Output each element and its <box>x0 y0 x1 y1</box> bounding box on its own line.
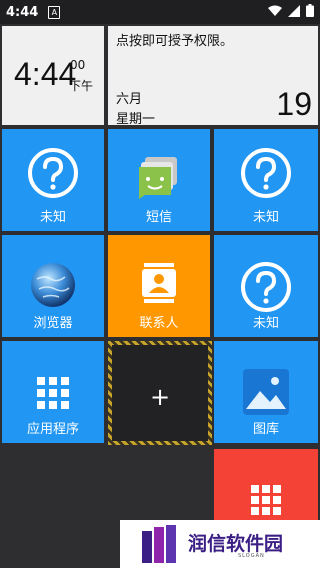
question-icon <box>241 148 291 198</box>
watermark-logo-icon <box>142 525 176 563</box>
tile-sms[interactable]: 短信 <box>108 129 210 231</box>
contacts-icon <box>142 263 176 303</box>
question-icon <box>241 262 291 312</box>
tile-label: 浏览器 <box>33 316 73 331</box>
status-time: 4:44 <box>6 4 39 20</box>
clock-seconds: 00 <box>70 58 86 72</box>
clock-ampm: 下午 <box>69 79 94 93</box>
status-icons <box>268 4 314 17</box>
gallery-icon <box>243 369 289 415</box>
tile-unknown-3[interactable]: 未知 <box>214 235 318 337</box>
permission-widget[interactable]: 点按即可授予权限。 六月 星期一 19 <box>108 26 318 125</box>
tile-label: 图库 <box>252 422 279 437</box>
question-icon <box>28 148 78 198</box>
permission-text: 点按即可授予权限。 <box>116 34 234 49</box>
notification-icon: A <box>48 5 61 19</box>
signal-icon <box>288 4 300 17</box>
tile-apps[interactable]: 应用程序 <box>2 341 104 443</box>
tile-label: 未知 <box>252 210 279 225</box>
app-grid-icon <box>37 377 69 409</box>
sms-icon <box>139 157 177 199</box>
tile-label: 未知 <box>39 210 66 225</box>
watermark-title: 润信软件园 <box>188 533 284 555</box>
add-icon: + <box>149 383 171 411</box>
watermark: 润信软件园 SLOGAN <box>120 520 320 568</box>
watermark-slogan: SLOGAN <box>238 553 265 559</box>
tile-browser[interactable]: 浏览器 <box>2 235 104 337</box>
tile-contacts[interactable]: 联系人 <box>108 235 210 337</box>
calendar-month: 六月 <box>116 92 143 107</box>
tile-label: 短信 <box>145 210 172 225</box>
app-grid-icon <box>251 485 281 515</box>
clock-time: 4:44 <box>14 56 77 92</box>
tile-label: 未知 <box>252 316 279 331</box>
tile-label: 联系人 <box>139 316 179 331</box>
add-tile-button[interactable]: + <box>108 341 212 445</box>
status-bar: 4:44 A <box>0 0 320 24</box>
globe-icon <box>31 263 75 307</box>
tile-unknown-2[interactable]: 未知 <box>214 129 318 231</box>
tile-label: 应用程序 <box>26 422 79 437</box>
tile-gallery[interactable]: 图库 <box>214 341 318 443</box>
battery-icon <box>306 4 314 17</box>
calendar-weekday: 星期一 <box>116 112 156 125</box>
tile-unknown-1[interactable]: 未知 <box>2 129 104 231</box>
clock-widget[interactable]: 4:44 00 下午 <box>2 26 104 125</box>
calendar-day: 19 <box>276 86 312 122</box>
wifi-icon <box>268 5 282 16</box>
